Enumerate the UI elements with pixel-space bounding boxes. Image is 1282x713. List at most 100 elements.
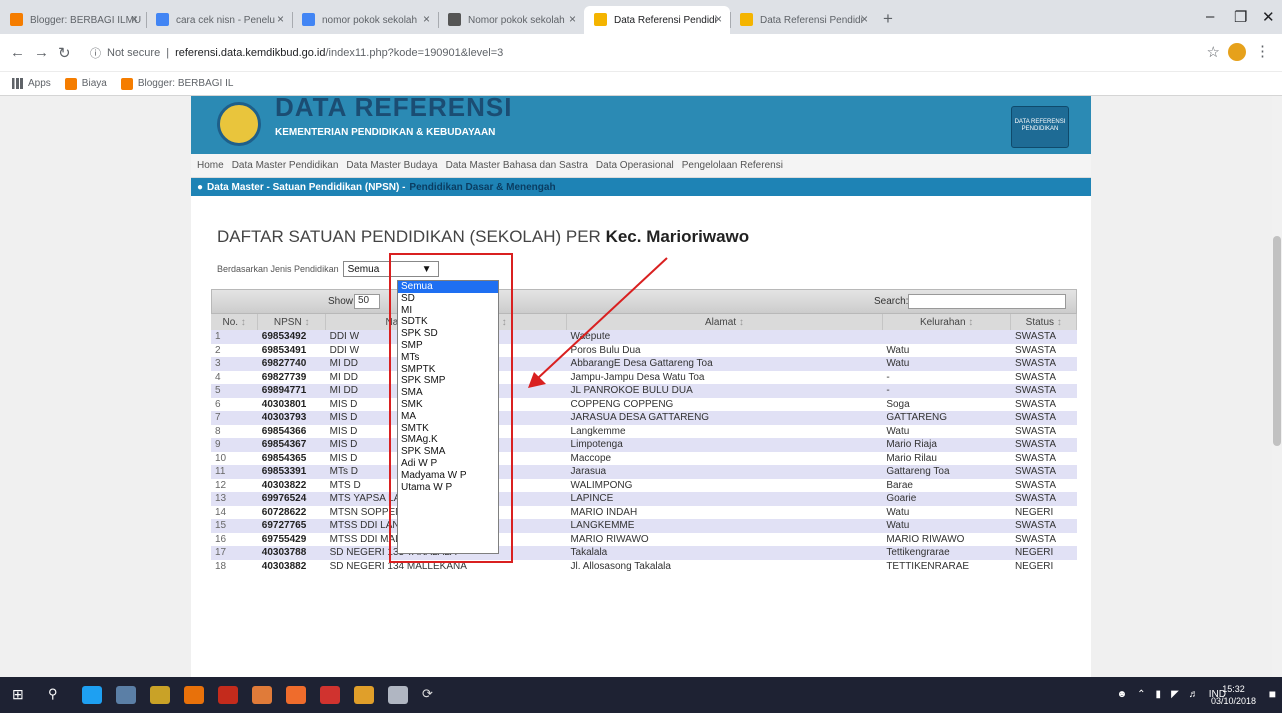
table-cell: GATTARENG	[882, 411, 1011, 425]
browser-tab[interactable]: nomor pokok sekolah ×	[292, 6, 438, 34]
browser-tab[interactable]: Nomor pokok sekolah ×	[438, 6, 584, 34]
show-entries-label: Show	[328, 296, 354, 307]
calculator-icon[interactable]	[388, 686, 408, 704]
back-icon[interactable]: ←	[10, 44, 25, 61]
table-cell: 40303801	[257, 397, 326, 411]
paint-app-icon[interactable]	[354, 686, 374, 704]
show-entries-select[interactable]: 50	[354, 294, 380, 309]
network-icon[interactable]: ◤	[1171, 689, 1179, 700]
windows-start-icon[interactable]: ⊞	[12, 686, 32, 704]
extension-icon[interactable]	[1228, 43, 1246, 61]
tab-close-icon[interactable]: ×	[277, 12, 284, 26]
table-row[interactable]: 18 40303882 SD NEGERI 134 MALLEKANA Jl. All…	[211, 559, 1077, 573]
table-row[interactable]: 2 69853491 DDI W Poros Bulu Dua Watu SWASTA	[211, 343, 1077, 357]
tray-chevron-icon[interactable]: ⌃	[1137, 689, 1145, 700]
table-cell: 14	[211, 505, 258, 519]
column-header[interactable]: NPSN ↕	[257, 314, 327, 330]
mail-app-icon[interactable]	[252, 686, 272, 704]
column-header-label: NPSN	[273, 316, 302, 328]
table-row[interactable]: 15 69727765 MTSS DDI LANGKEMME LANGKEMME Wat…	[211, 519, 1077, 533]
tab-close-icon[interactable]: ×	[131, 12, 138, 26]
url-host: referensi.data.kemdikbud.go.id	[175, 47, 326, 59]
firefox-icon[interactable]	[184, 686, 204, 704]
table-row[interactable]: 17 40303788 SD NEGERI 133 TAKALALA Takalala…	[211, 546, 1077, 560]
table-cell: SWASTA	[1010, 411, 1077, 425]
table-cell: Watu	[882, 519, 1011, 533]
chrome-icon[interactable]	[286, 686, 306, 704]
table-row[interactable]: 4 69827739 MI DD Jampu-Jampu Desa Watu Toa -…	[211, 370, 1077, 384]
table-row[interactable]: 12 40303822 MTS D WALIMPONG Barae SWASTA	[211, 478, 1077, 492]
table-row[interactable]: 16 69755429 MTSS DDI MALONGKA MARIO RIWAWO M…	[211, 532, 1077, 546]
column-header-label: Alamat	[704, 316, 737, 328]
bookmark-item[interactable]: Blogger: BERBAGI IL	[120, 77, 233, 90]
bookmark-label: Apps	[28, 78, 51, 89]
bookmark-item[interactable]: Biaya	[64, 77, 107, 90]
table-cell: 8	[211, 424, 258, 438]
tab-favicon-icon	[10, 13, 23, 26]
nav-link[interactable]: Home	[197, 160, 224, 171]
sort-icon: ↕	[736, 316, 744, 328]
table-cell: Barae	[882, 478, 1011, 492]
table-cell: SWASTA	[1010, 397, 1077, 411]
info-icon[interactable]: ⓘ	[90, 45, 101, 61]
table-row[interactable]: 8 69854366 MIS D Langkemme Watu SWASTA	[211, 424, 1077, 438]
table-cell	[882, 330, 1011, 344]
table-row[interactable]: 9 69854367 MIS D Limpotenga Mario Riaja SWAST…	[211, 438, 1077, 452]
scrollbar-thumb[interactable]	[1273, 236, 1281, 446]
table-row[interactable]: 10 69854365 MIS D Maccope Mario Rilau SWASTA	[211, 451, 1077, 465]
media-app-icon[interactable]	[218, 686, 238, 704]
taskbar-clock[interactable]: 15:32 03/10/2018	[1211, 683, 1256, 707]
browser-tab[interactable]: Data Referensi Pendidi ×	[584, 6, 730, 34]
column-header[interactable]: Status ↕	[1010, 314, 1077, 330]
table-row[interactable]: 3 69827740 MI DD AbbarangE Desa Gattareng T…	[211, 357, 1077, 371]
minimize-icon[interactable]: –	[1206, 8, 1214, 25]
notifications-icon[interactable]: ■	[1269, 687, 1276, 701]
table-row[interactable]: 7 40303793 MIS D JARASUA DESA GATTARENG GATT…	[211, 411, 1077, 425]
reload-icon[interactable]: ↻	[58, 44, 71, 62]
browser-tab[interactable]: Data Referensi Pendidi ×	[730, 6, 876, 34]
search-icon[interactable]: ⚲	[48, 686, 68, 704]
tools-app-icon[interactable]	[320, 686, 340, 704]
url-field[interactable]: ⓘ Not secure | referensi.data.kemdikbud.…	[90, 39, 1190, 67]
table-row[interactable]: 5 69894771 MI DD JL PANROKOE BULU DUA - SWAST…	[211, 384, 1077, 398]
table-cell: MARIO RIWAWO	[882, 532, 1011, 546]
bookmark-item[interactable]: Apps	[12, 78, 51, 89]
bookmark-star-icon[interactable]: ☆	[1207, 43, 1220, 61]
search-input[interactable]	[908, 294, 1066, 309]
column-header[interactable]: Kelurahan ↕	[882, 314, 1012, 330]
browser-tab[interactable]: Blogger: BERBAGI ILMU ×	[0, 6, 146, 34]
table-row[interactable]: 1 69853492 DDI W Waepute SWASTA	[211, 330, 1077, 344]
bookmarks-bar: Apps Biaya Blogger: BERBAGI IL	[0, 72, 1282, 96]
nav-link[interactable]: Data Master Budaya	[346, 160, 437, 171]
close-window-icon[interactable]: ✕	[1262, 8, 1275, 26]
volume-icon[interactable]: ♬	[1189, 689, 1199, 700]
file-explorer-icon[interactable]	[116, 686, 136, 704]
tab-close-icon[interactable]: ×	[423, 12, 430, 26]
tab-close-icon[interactable]: ×	[715, 12, 722, 26]
browser-tab[interactable]: cara cek nisn - Penelu ×	[146, 6, 292, 34]
table-row[interactable]: 14 60728622 MTSN SOPPENG MARIO INDAH Watu NEG…	[211, 505, 1077, 519]
new-tab-button[interactable]: +	[883, 9, 893, 29]
battery-icon[interactable]: ▮	[1156, 689, 1162, 700]
menu-icon[interactable]: ⋮	[1255, 42, 1270, 60]
table-cell: 40303788	[257, 546, 326, 560]
table-row[interactable]: 11 69853391 MTs D Jarasua Gattareng Toa SWAST…	[211, 465, 1077, 479]
table-cell: LAPINCE	[566, 492, 883, 506]
people-icon[interactable]: ☻	[1117, 689, 1128, 700]
tab-close-icon[interactable]: ×	[569, 12, 576, 26]
tab-close-icon[interactable]: ×	[861, 12, 868, 26]
column-header[interactable]: Alamat ↕	[566, 314, 883, 330]
table-row[interactable]: 13 69976524 MTS YAPSA LAPINCE LAPINCE Goarie…	[211, 492, 1077, 506]
maximize-icon[interactable]: ❐	[1234, 8, 1247, 26]
edge-icon[interactable]	[82, 686, 102, 704]
loading-app-icon[interactable]: ⟳	[422, 686, 442, 704]
nav-link[interactable]: Data Master Bahasa dan Sastra	[446, 160, 588, 171]
column-header[interactable]: No. ↕	[211, 314, 259, 330]
nav-link[interactable]: Data Operasional	[596, 160, 674, 171]
nav-link[interactable]: Data Master Pendidikan	[232, 160, 339, 171]
store-icon[interactable]	[150, 686, 170, 704]
page-scrollbar[interactable]	[1272, 96, 1282, 677]
nav-link[interactable]: Pengelolaan Referensi	[682, 160, 783, 171]
forward-icon[interactable]: →	[34, 44, 49, 61]
table-row[interactable]: 6 40303801 MIS D COPPENG COPPENG Soga SWASTA	[211, 397, 1077, 411]
